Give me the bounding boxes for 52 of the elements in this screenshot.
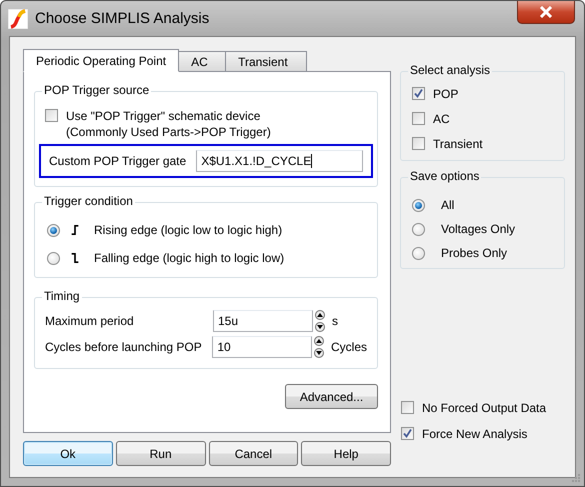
group-title: Select analysis <box>408 63 492 77</box>
group-title: Timing <box>42 289 82 303</box>
radio-label: All <box>441 198 454 212</box>
checkbox[interactable] <box>45 109 58 122</box>
group-title: Trigger condition <box>42 194 135 208</box>
unit-label: s <box>332 314 338 328</box>
falling-edge-icon <box>70 251 80 265</box>
dialog-button[interactable]: Ok <box>23 441 113 466</box>
radio-button[interactable] <box>412 246 425 260</box>
radio-button[interactable] <box>412 198 425 212</box>
checkbox-label: AC <box>433 111 450 127</box>
tab[interactable]: Periodic Operating Point <box>23 49 180 72</box>
radio-button[interactable] <box>412 222 425 236</box>
checkbox-label: Transient <box>433 136 483 152</box>
spinner-icon[interactable] <box>314 336 324 358</box>
checkbox[interactable] <box>412 137 425 150</box>
group-title: Save options <box>408 169 482 183</box>
window-title: Choose SIMPLIS Analysis <box>35 10 210 27</box>
unit-label: Cycles <box>330 340 367 354</box>
close-button[interactable] <box>517 1 575 24</box>
checkbox[interactable] <box>412 112 425 125</box>
checkbox-label: Use "POP Trigger" schematic device (Commonly Used Parts->POP Trigger) <box>66 108 271 140</box>
spinner-icon[interactable] <box>315 310 325 332</box>
radio-button[interactable] <box>47 224 60 236</box>
radio-label: Falling edge (logic high to logic low) <box>94 251 284 265</box>
input-field[interactable]: X$U1.X1.!D_CYCLE <box>196 150 363 172</box>
dialog-button[interactable]: Run <box>116 441 206 466</box>
dialog-button[interactable]: Cancel <box>208 441 298 466</box>
checkbox[interactable] <box>401 401 414 414</box>
input-field[interactable]: 15u <box>213 310 313 332</box>
checkbox[interactable] <box>401 427 414 440</box>
rising-edge-icon <box>70 223 80 237</box>
app-logo-icon <box>8 8 28 28</box>
close-icon <box>538 6 554 18</box>
group-title: POP Trigger source <box>42 83 152 97</box>
checkbox-label: Force New Analysis <box>422 426 528 442</box>
input-field[interactable]: 10 <box>212 336 312 358</box>
checkbox[interactable] <box>412 87 425 100</box>
radio-label: Rising edge (logic low to logic high) <box>94 223 282 237</box>
radio-button[interactable] <box>47 252 60 264</box>
field-label: Maximum period <box>45 314 135 328</box>
tab[interactable]: AC <box>178 51 226 71</box>
dialog-button[interactable]: Help <box>301 441 391 466</box>
advanced-button[interactable]: Advanced... <box>285 384 378 409</box>
resize-grip-icon[interactable] <box>571 473 581 483</box>
field-label: Cycles before launching POP <box>45 340 203 354</box>
radio-label: Voltages Only <box>441 222 516 236</box>
checkbox-label: POP <box>433 86 458 102</box>
radio-label: Probes Only <box>441 246 508 260</box>
field-label: Custom POP Trigger gate <box>49 154 186 168</box>
tab[interactable]: Transient <box>225 51 308 71</box>
checkbox-label: No Forced Output Data <box>422 400 546 416</box>
